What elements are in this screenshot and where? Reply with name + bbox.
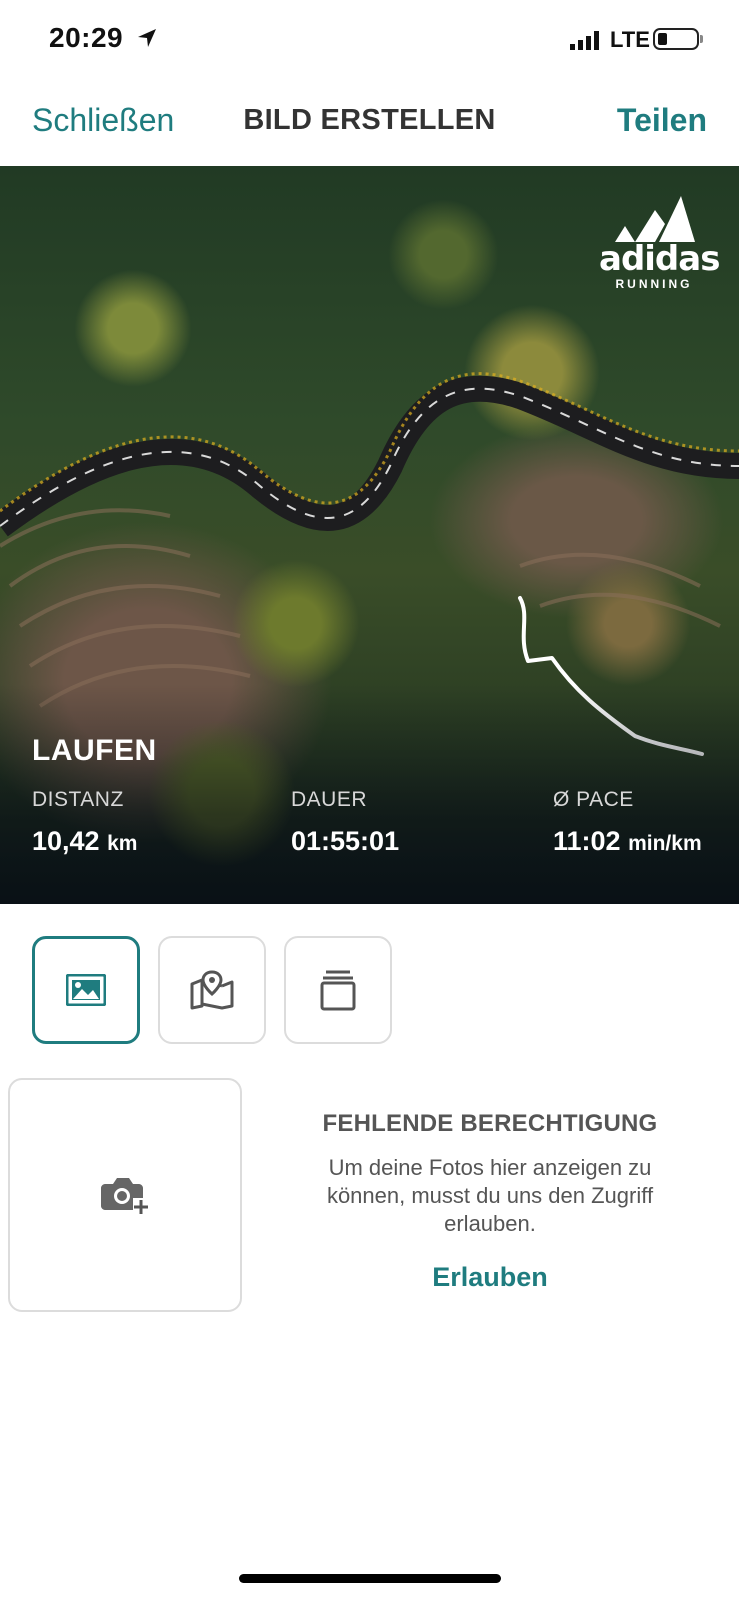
stat-distance: DISTANZ 10,42 km (32, 788, 137, 857)
stat-value: 01:55:01 (291, 826, 400, 856)
activity-type: LAUFEN (32, 734, 157, 767)
location-arrow-icon (138, 29, 156, 47)
share-image-preview: adidas RUNNING LAUFEN DISTANZ 10,42 km D… (0, 166, 739, 904)
add-photo-button[interactable] (8, 1078, 242, 1312)
share-button[interactable]: Teilen (617, 102, 707, 139)
network-type: LTE (610, 27, 650, 52)
signal-icon (570, 31, 599, 50)
stack-icon (320, 970, 356, 1011)
status-bar: 20:29 LTE (0, 0, 739, 80)
stat-label: DISTANZ (32, 788, 124, 811)
map-icon (190, 970, 234, 1010)
brand-logo: adidas RUNNING (599, 196, 720, 291)
home-indicator[interactable] (239, 1574, 501, 1583)
permission-message: FEHLENDE BERECHTIGUNG Um deine Fotos hie… (290, 1110, 690, 1293)
brand-name: adidas (599, 239, 720, 279)
battery-icon (653, 28, 699, 50)
stat-label: DAUER (291, 788, 368, 811)
stat-label: Ø PACE (553, 788, 634, 811)
image-icon (66, 974, 106, 1006)
brand-sub: RUNNING (615, 277, 693, 291)
tile-sticker[interactable] (284, 936, 392, 1044)
battery-cap (700, 35, 703, 43)
tile-photo-background[interactable] (32, 936, 140, 1044)
nav-bar: Schließen BILD ERSTELLEN Teilen (0, 80, 739, 166)
tile-map-background[interactable] (158, 936, 266, 1044)
permission-title: FEHLENDE BERECHTIGUNG (322, 1110, 658, 1137)
allow-button[interactable]: Erlauben (432, 1262, 548, 1293)
stat-value: 10,42 km (32, 826, 138, 856)
stat-value: 11:02 min/km (553, 826, 702, 856)
stat-pace: Ø PACE 11:02 min/km (553, 788, 702, 857)
stat-unit: min/km (628, 832, 702, 855)
stat-duration: DAUER 01:55:01 (291, 788, 399, 857)
permission-text: Um deine Fotos hier anzeigen zu können, … (326, 1155, 654, 1236)
stat-unit: km (107, 832, 138, 855)
status-time: 20:29 (49, 22, 124, 53)
adidas-stripes-icon (615, 196, 695, 242)
camera-plus-icon (101, 1178, 149, 1214)
